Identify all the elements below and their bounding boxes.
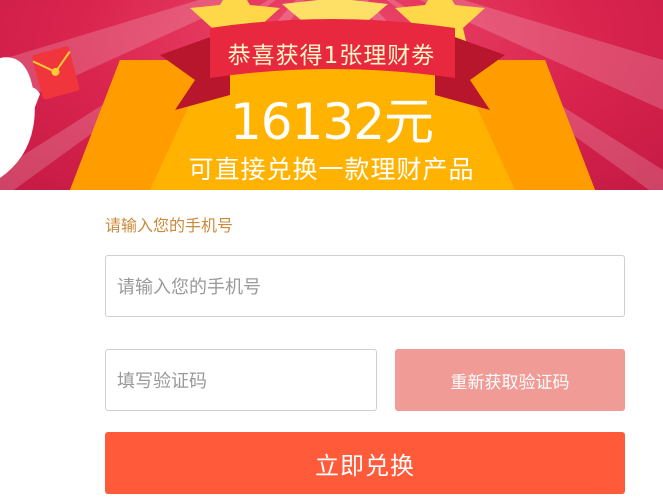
- reward-amount: 16132元: [229, 93, 434, 151]
- banner-subtitle: 可直接兑换一款理财产品: [188, 155, 475, 184]
- phone-placeholder: 请输入您的手机号: [117, 277, 261, 298]
- redeem-label: 立即兑换: [315, 451, 415, 480]
- redeem-button[interactable]: 立即兑换: [105, 432, 625, 494]
- phone-input[interactable]: 请输入您的手机号: [105, 255, 625, 317]
- reward-banner: 恭喜获得1张理财劵 16132元 可直接兑换一款理财产品: [0, 0, 663, 190]
- code-placeholder: 填写验证码: [117, 371, 207, 392]
- phone-label: 请输入您的手机号: [105, 216, 234, 235]
- resend-code-label: 重新获取验证码: [450, 372, 570, 393]
- resend-code-button[interactable]: 重新获取验证码: [395, 349, 625, 411]
- verification-code-input[interactable]: 填写验证码: [105, 349, 377, 411]
- banner-title: 恭喜获得1张理财劵: [227, 43, 436, 69]
